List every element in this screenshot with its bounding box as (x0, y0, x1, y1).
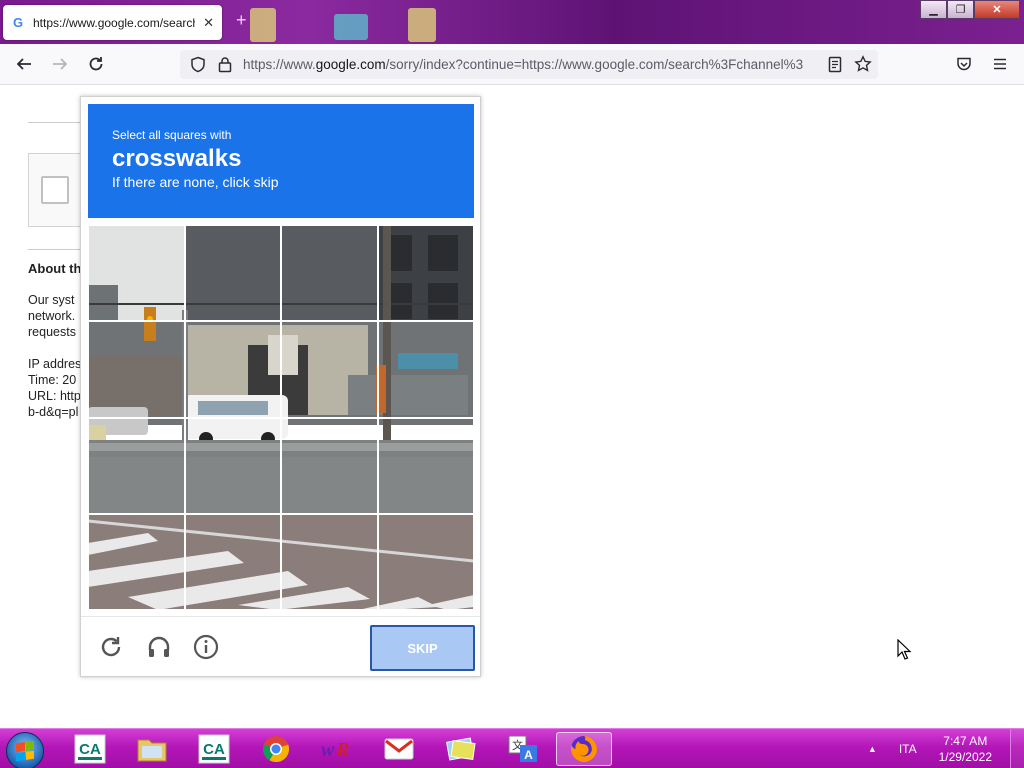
url-info-text: b-d&q=pl (28, 405, 79, 419)
info-text: requests (28, 325, 76, 339)
taskbar-file-explorer-icon[interactable] (124, 732, 180, 766)
grid-tile[interactable] (377, 225, 474, 322)
captcha-challenge-popup: Select all squares with crosswalks If th… (80, 96, 481, 677)
pocket-icon[interactable] (954, 54, 974, 74)
app-menu-icon[interactable] (990, 54, 1010, 74)
grid-tile[interactable] (281, 417, 378, 514)
windows-logo-icon (16, 740, 34, 762)
grid-tile[interactable] (88, 417, 185, 514)
svg-text:A: A (524, 748, 533, 762)
ip-address-text: IP addres (28, 357, 82, 371)
challenge-image-grid (88, 225, 474, 610)
taskbar-gmail-icon[interactable] (371, 732, 427, 766)
challenge-hint: If there are none, click skip (112, 174, 279, 190)
divider (28, 122, 88, 123)
audio-challenge-icon[interactable] (145, 633, 173, 661)
browser-tab[interactable]: G https://www.google.com/search ✕ (3, 5, 222, 40)
tab-close-icon[interactable]: ✕ (203, 15, 214, 31)
google-favicon-icon: G (12, 15, 24, 30)
start-button[interactable] (6, 732, 44, 768)
url-text[interactable]: https://www.google.com/sorry/index?conti… (243, 57, 819, 72)
challenge-target: crosswalks (112, 145, 242, 172)
taskbar-photo-viewer-icon[interactable] (433, 732, 489, 766)
window-controls: ▁ ❐ ✕ (920, 0, 1020, 19)
svg-text:R: R (335, 739, 349, 761)
recaptcha-anchor (28, 153, 88, 227)
reload-icon[interactable] (86, 54, 106, 74)
taskbar-credit-agricole-icon[interactable]: CA (62, 732, 118, 766)
clock[interactable]: 7:47 AM 1/29/2022 (939, 733, 992, 765)
show-desktop-button[interactable] (1010, 729, 1024, 768)
grid-tile[interactable] (281, 225, 378, 322)
clock-time: 7:47 AM (943, 734, 988, 748)
taskbar-translator-icon[interactable]: 文A (495, 732, 551, 766)
info-text: network. (28, 309, 76, 323)
tile-grid (88, 225, 474, 610)
challenge-header: Select all squares with crosswalks If th… (88, 104, 474, 218)
grid-tile[interactable] (281, 321, 378, 418)
grid-tile[interactable] (88, 513, 185, 610)
language-indicator[interactable]: ITA (899, 742, 917, 756)
reader-view-icon[interactable] (825, 54, 845, 74)
system-tray: ▲ ITA 7:47 AM 1/29/2022 (868, 729, 1024, 768)
grid-tile[interactable] (184, 513, 281, 610)
taskbar-firefox-icon[interactable] (556, 732, 612, 766)
close-window-button[interactable]: ✕ (974, 0, 1020, 19)
nav-toolbar: https://www.google.com/sorry/index?conti… (0, 44, 1024, 85)
reload-challenge-icon[interactable] (97, 633, 125, 661)
new-tab-icon[interactable]: + (236, 10, 247, 31)
grid-tile[interactable] (184, 417, 281, 514)
info-text: Our syst (28, 293, 75, 307)
info-icon[interactable] (192, 633, 220, 661)
grid-tile[interactable] (281, 513, 378, 610)
svg-text:w: w (321, 739, 335, 761)
minimize-button[interactable]: ▁ (920, 0, 947, 19)
time-text: Time: 20 (28, 373, 77, 387)
taskbar-winrar-icon[interactable]: wR (308, 732, 364, 766)
restore-button[interactable]: ❐ (947, 0, 974, 19)
about-heading: About th (28, 261, 82, 276)
show-hidden-icons-arrow[interactable]: ▲ (868, 744, 877, 754)
skip-button[interactable]: SKIP (370, 625, 475, 671)
url-bar[interactable]: https://www.google.com/sorry/index?conti… (180, 50, 878, 79)
bookmark-star-icon[interactable] (853, 54, 873, 74)
challenge-instruction: Select all squares with (112, 128, 232, 142)
windows-taskbar: CA CA wR 文A ▲ ITA 7:47 AM 1/29/2022 (0, 728, 1024, 768)
grid-tile[interactable] (88, 321, 185, 418)
lock-icon[interactable] (215, 54, 235, 74)
forward-arrow-icon[interactable] (50, 54, 70, 74)
back-arrow-icon[interactable] (14, 54, 34, 74)
grid-tile[interactable] (184, 225, 281, 322)
taskbar-credit-agricole-icon[interactable]: CA (186, 732, 242, 766)
svg-text:CA: CA (79, 741, 101, 758)
divider (28, 249, 88, 250)
recaptcha-checkbox[interactable] (41, 176, 69, 204)
mouse-cursor-icon (897, 639, 912, 660)
grid-tile[interactable] (184, 321, 281, 418)
grid-tile[interactable] (377, 417, 474, 514)
tab-strip: G https://www.google.com/search ✕ + ▁ ❐ … (0, 0, 1024, 44)
clock-date: 1/29/2022 (938, 750, 992, 764)
desktop-icon-folder (250, 8, 276, 42)
taskbar-chrome-icon[interactable] (248, 732, 304, 766)
grid-tile[interactable] (88, 225, 185, 322)
grid-tile[interactable] (377, 321, 474, 418)
url-info-text: URL: http (28, 389, 81, 403)
divider (81, 616, 480, 617)
svg-text:CA: CA (203, 741, 225, 758)
tab-title: https://www.google.com/search (33, 15, 196, 30)
desktop-icon-folder (408, 8, 436, 42)
desktop-icon-app (334, 14, 368, 40)
grid-tile[interactable] (377, 513, 474, 610)
tracking-shield-icon[interactable] (188, 54, 208, 74)
